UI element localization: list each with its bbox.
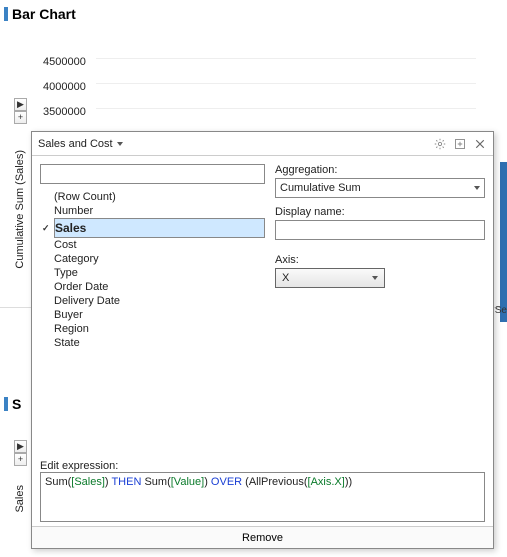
title-accent: [4, 7, 8, 21]
expand-axis-button[interactable]: ▶: [14, 98, 27, 111]
axis-side-controls-2: ▶ +: [14, 440, 27, 466]
y-axis-label: Cumulative Sum (Sales): [14, 150, 26, 269]
axis-value: X: [282, 272, 289, 284]
edit-expression-label: Edit expression:: [40, 460, 485, 472]
field-item-category[interactable]: Category: [54, 252, 265, 266]
y-tick: 4500000: [43, 56, 92, 81]
popup-header: Sales and Cost: [32, 132, 493, 156]
y-axis-label-2: Sales: [14, 485, 26, 513]
gear-icon[interactable]: [433, 137, 447, 151]
field-item-order-date[interactable]: Order Date: [54, 280, 265, 294]
title-accent: [4, 397, 8, 411]
expression-area: Edit expression: Sum([Sales]) THEN Sum([…: [32, 460, 493, 526]
display-name-label: Display name:: [275, 206, 485, 218]
popup-title-text: Sales and Cost: [38, 138, 113, 150]
expand-axis-button[interactable]: ▶: [14, 440, 27, 453]
popup-title-dropdown[interactable]: Sales and Cost: [38, 138, 123, 150]
y-tick: 4000000: [43, 81, 92, 106]
popup-body: (Row Count) Number Sales Cost Category T…: [32, 156, 493, 460]
legend-text-fragment: Se: [495, 305, 507, 316]
field-item-type[interactable]: Type: [54, 266, 265, 280]
field-item-sales[interactable]: Sales: [54, 218, 265, 238]
field-item-cost[interactable]: Cost: [54, 238, 265, 252]
chevron-down-icon: [117, 142, 123, 146]
legend-strip: [500, 162, 507, 322]
aggregation-label: Aggregation:: [275, 164, 485, 176]
axis-config-popup: Sales and Cost (Row Count) Number Sales …: [31, 131, 494, 549]
aggregation-select[interactable]: Cumulative Sum: [275, 178, 485, 198]
axis-side-controls: ▶ +: [14, 98, 27, 124]
close-icon[interactable]: [473, 137, 487, 151]
popup-header-actions: [433, 137, 487, 151]
y-tick: 3500000: [43, 106, 92, 131]
display-name-input[interactable]: [275, 220, 485, 240]
chevron-down-icon: [474, 186, 480, 190]
field-item-state[interactable]: State: [54, 336, 265, 350]
expression-input[interactable]: Sum([Sales]) THEN Sum([Value]) OVER (All…: [40, 472, 485, 522]
chart-title-text: Bar Chart: [12, 6, 76, 22]
add-axis-button[interactable]: +: [14, 453, 27, 466]
field-item-number[interactable]: Number: [54, 204, 265, 218]
field-item-delivery-date[interactable]: Delivery Date: [54, 294, 265, 308]
chevron-down-icon: [372, 276, 378, 280]
field-item-row-count[interactable]: (Row Count): [54, 190, 265, 204]
axis-label: Axis:: [275, 254, 485, 266]
remove-button[interactable]: Remove: [32, 526, 493, 548]
axis-select[interactable]: X: [275, 268, 385, 288]
field-search-input[interactable]: [40, 164, 265, 184]
field-item-buyer[interactable]: Buyer: [54, 308, 265, 322]
chart-title: Bar Chart: [0, 0, 507, 28]
field-picker: (Row Count) Number Sales Cost Category T…: [40, 164, 265, 452]
add-icon[interactable]: [453, 137, 467, 151]
field-list: (Row Count) Number Sales Cost Category T…: [40, 190, 265, 350]
section2-title-text: S: [12, 396, 21, 412]
aggregation-value: Cumulative Sum: [280, 182, 361, 194]
add-axis-button[interactable]: +: [14, 111, 27, 124]
field-item-region[interactable]: Region: [54, 322, 265, 336]
aggregation-panel: Aggregation: Cumulative Sum Display name…: [275, 164, 485, 452]
